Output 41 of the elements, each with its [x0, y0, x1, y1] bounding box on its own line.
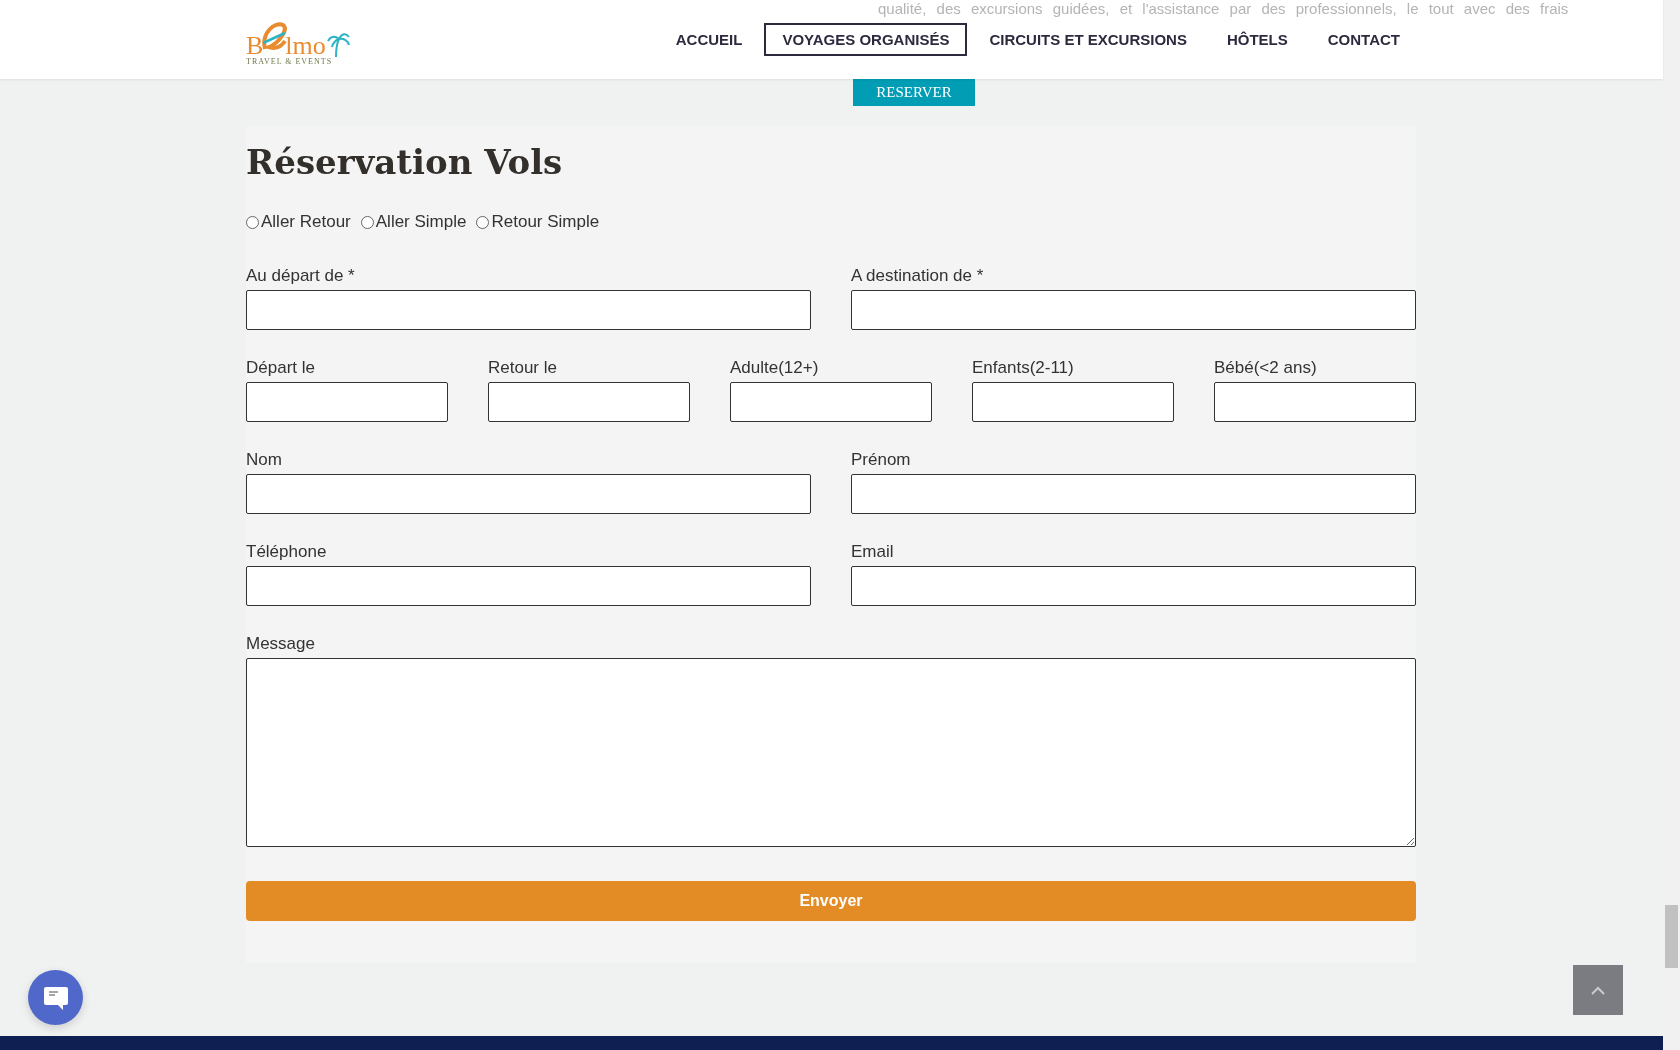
- message-field[interactable]: [246, 658, 1416, 847]
- field-label: Au départ de *: [246, 266, 356, 286]
- radio-label: Aller Simple: [375, 212, 467, 232]
- nav-link[interactable]: HÔTELS: [1208, 23, 1306, 56]
- field-label: Prénom: [851, 450, 912, 470]
- field-label: Nom: [246, 450, 283, 470]
- field-label: Adulte(12+): [730, 358, 820, 378]
- input-field[interactable]: [972, 382, 1174, 422]
- field-label: Message: [246, 634, 316, 654]
- input-field[interactable]: [851, 290, 1416, 330]
- radio-label: Retour Simple: [491, 212, 600, 232]
- input-field[interactable]: [488, 382, 690, 422]
- nav-link[interactable]: ACCUEIL: [657, 23, 761, 56]
- form-title: Réservation Vols: [246, 142, 564, 182]
- field-label: Départ le: [246, 358, 316, 378]
- input-field[interactable]: [246, 474, 811, 514]
- faded-paragraph: qualité, des excursions guidées, et l'assistance par des professionnels, le tout avec des frais: [878, 0, 1569, 17]
- input-field[interactable]: [246, 382, 448, 422]
- input-field[interactable]: [246, 566, 811, 606]
- radio-button[interactable]: [476, 215, 490, 229]
- nav-link[interactable]: CIRCUITS ET EXCURSIONS: [971, 23, 1205, 56]
- field-label: Email: [851, 542, 895, 562]
- logo[interactable]: B lmo TRAVEL & EVENTS: [246, 13, 350, 66]
- input-field[interactable]: [730, 382, 932, 422]
- radio-button[interactable]: [360, 215, 374, 229]
- input-field[interactable]: [851, 474, 1416, 514]
- input-field[interactable]: [851, 566, 1416, 606]
- scrollbar-thumb[interactable]: [1665, 905, 1678, 968]
- field-label: Bébé(<2 ans): [1214, 358, 1318, 378]
- field-label: Enfants(2-11): [972, 358, 1075, 378]
- input-field[interactable]: [1214, 382, 1416, 422]
- field-label: A destination de *: [851, 266, 985, 286]
- nav-link[interactable]: CONTACT: [1309, 23, 1418, 56]
- chat-button[interactable]: [28, 970, 83, 1025]
- field-label: Téléphone: [246, 542, 328, 562]
- radio-label: Aller Retour: [261, 212, 351, 232]
- chevron-up-icon: [1591, 985, 1605, 995]
- field-label: Retour le: [488, 358, 558, 378]
- radio-button[interactable]: [246, 215, 259, 229]
- nav-link[interactable]: VOYAGES ORGANISÉS: [764, 23, 968, 56]
- input-field[interactable]: [246, 290, 811, 330]
